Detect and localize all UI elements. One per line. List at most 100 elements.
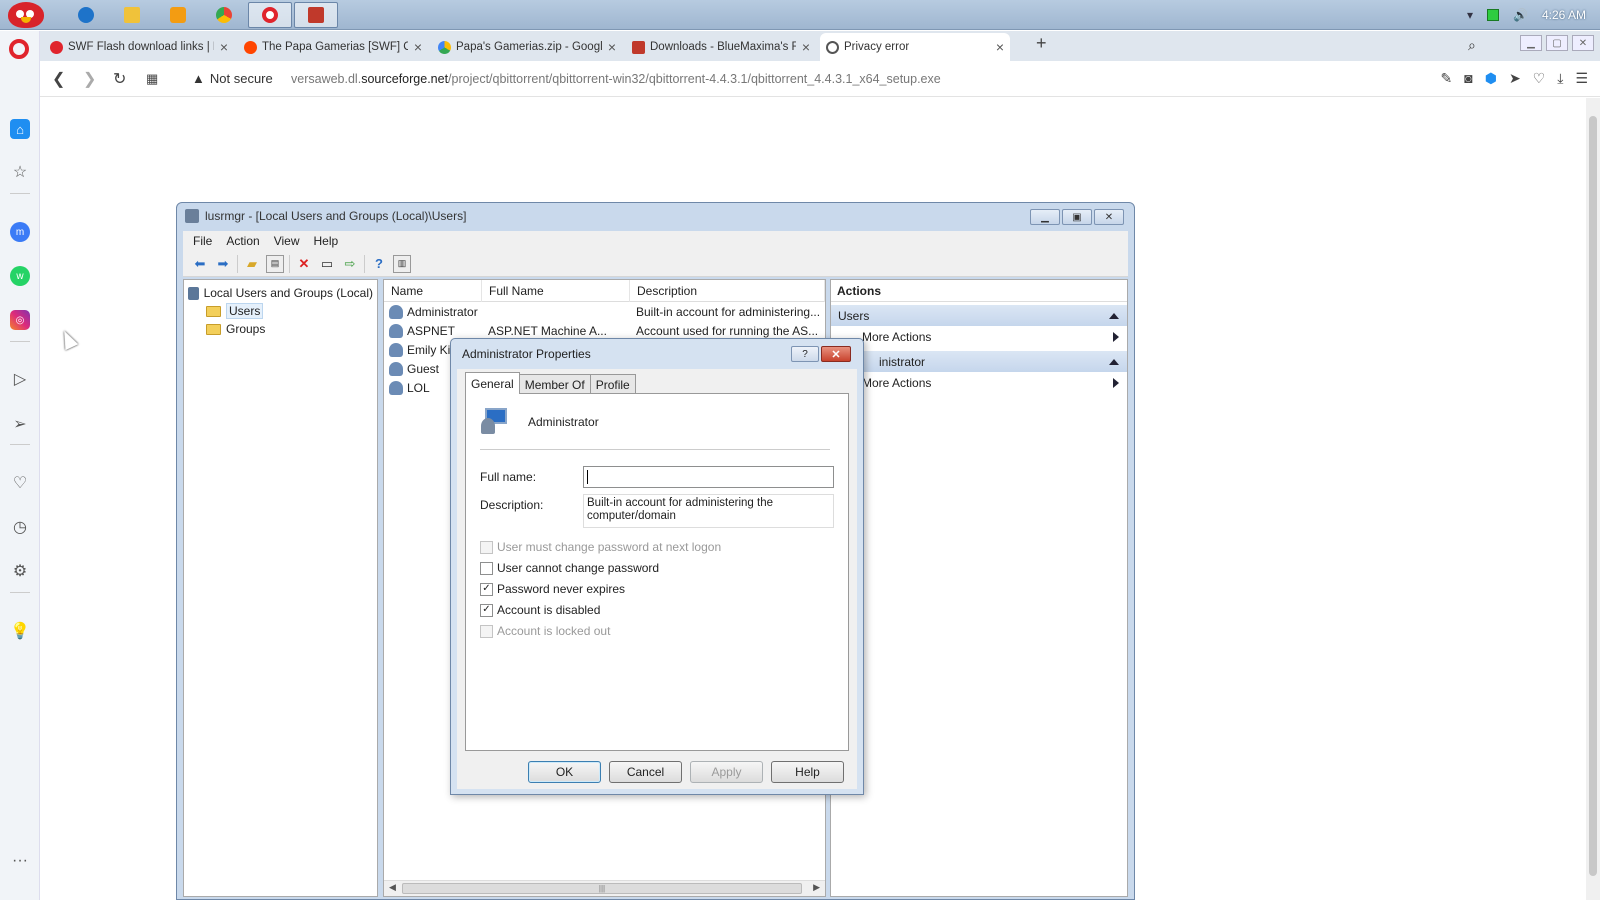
export-list-icon[interactable]: ⇨ <box>341 255 359 273</box>
opera-menu-icon[interactable] <box>9 39 29 59</box>
tab-papa-gamerias[interactable]: The Papa Gamerias [SWF] Co... × <box>238 33 428 61</box>
easy-setup-menu-icon[interactable]: ☰ <box>1575 70 1588 87</box>
tab-swf-flash[interactable]: SWF Flash download links | F... × <box>44 33 234 61</box>
messenger-icon[interactable]: m <box>10 222 30 242</box>
apply-button[interactable]: Apply <box>690 761 763 783</box>
tab-member-of[interactable]: Member Of <box>518 374 591 394</box>
security-indicator[interactable]: ▲ Not secure <box>192 71 273 86</box>
tab-google-drive[interactable]: Papa's Gamerias.zip - Google... × <box>432 33 622 61</box>
close-tab-icon[interactable]: × <box>414 39 422 55</box>
media-player-icon[interactable] <box>156 2 200 28</box>
actions-section-administrator[interactable]: inistrator <box>831 351 1127 372</box>
ok-button[interactable]: OK <box>528 761 601 783</box>
explorer-icon[interactable] <box>110 2 154 28</box>
home-icon[interactable]: ⌂ <box>10 119 30 139</box>
player-icon[interactable]: ▷ <box>10 369 30 389</box>
instagram-icon[interactable]: ◎ <box>10 310 30 330</box>
edit-icon[interactable]: ✎ <box>1441 70 1453 87</box>
close-tab-icon[interactable]: × <box>996 39 1004 55</box>
tab-privacy-error[interactable]: Privacy error × <box>820 33 1010 61</box>
tab-search-icon[interactable]: ⌕ <box>1468 37 1476 54</box>
opera-taskbar-icon[interactable] <box>248 2 292 28</box>
forward-arrow-icon[interactable]: ❯ <box>83 69 96 89</box>
checkbox-box[interactable] <box>480 540 493 554</box>
ie-icon[interactable] <box>64 2 108 28</box>
network-icon[interactable] <box>1487 9 1500 21</box>
dialog-close-icon[interactable]: ✕ <box>821 346 851 362</box>
history-clock-icon[interactable]: ◷ <box>10 517 30 537</box>
url-field[interactable]: versaweb.dl.sourceforge.net/project/qbit… <box>291 72 941 86</box>
send-icon[interactable]: ➤ <box>1509 70 1521 87</box>
full-name-input[interactable] <box>583 466 834 488</box>
column-full-name[interactable]: Full Name <box>482 279 630 302</box>
collapse-icon[interactable] <box>1109 312 1119 319</box>
bookmarks-heart-icon[interactable]: ♡ <box>10 473 30 493</box>
settings-gear-icon[interactable]: ⚙ <box>10 561 30 581</box>
minimize-icon[interactable]: ▁ <box>1030 209 1060 225</box>
whatsapp-icon[interactable]: w <box>10 266 30 286</box>
help-icon[interactable]: ? <box>370 255 388 273</box>
page-scrollbar-thumb[interactable] <box>1589 116 1597 876</box>
checkbox-box[interactable] <box>480 624 493 638</box>
back-arrow-icon[interactable]: ❮ <box>52 69 65 89</box>
vpn-shield-icon[interactable]: ⬢ <box>1485 70 1497 87</box>
tray-expand-icon[interactable]: ▾ <box>1467 8 1473 22</box>
up-folder-icon[interactable]: ▰ <box>243 255 261 273</box>
checkbox-box[interactable] <box>480 561 493 575</box>
page-scrollbar[interactable] <box>1586 98 1600 900</box>
checkbox-account-locked-out[interactable]: Account is locked out <box>480 624 610 638</box>
maximize-icon[interactable]: ▢ <box>1546 35 1568 51</box>
help-button[interactable]: Help <box>771 761 844 783</box>
checkbox-password-never-expires[interactable]: ✓ Password never expires <box>480 582 625 596</box>
reload-icon[interactable]: ↻ <box>113 69 126 89</box>
tree-item-users[interactable]: Users <box>188 302 373 320</box>
checkmark-icon[interactable]: ✓ <box>480 603 493 617</box>
collapse-icon[interactable] <box>1109 358 1119 365</box>
menu-action[interactable]: Action <box>226 234 259 248</box>
delete-x-icon[interactable]: ✕ <box>295 255 313 273</box>
volume-icon[interactable]: 🔊 <box>1513 8 1528 22</box>
maximize-icon[interactable]: ▣ <box>1062 209 1092 225</box>
close-tab-icon[interactable]: × <box>608 39 616 55</box>
scrollbar-thumb[interactable]: ||| <box>402 883 802 894</box>
speed-dial-icon[interactable]: ☆ <box>10 162 30 182</box>
checkbox-cannot-change-password[interactable]: User cannot change password <box>480 561 659 575</box>
checkbox-must-change-password[interactable]: User must change password at next logon <box>480 540 721 554</box>
tab-profile[interactable]: Profile <box>589 374 636 394</box>
more-options-icon[interactable]: ··· <box>10 851 30 871</box>
menu-help[interactable]: Help <box>314 234 339 248</box>
column-name[interactable]: Name <box>384 279 482 302</box>
minimize-icon[interactable]: ▁ <box>1520 35 1542 51</box>
administrator-more-actions[interactable]: More Actions <box>831 372 1127 394</box>
close-icon[interactable]: ✕ <box>1094 209 1124 225</box>
column-description[interactable]: Description <box>630 279 825 302</box>
scroll-left-icon[interactable]: ◀ <box>389 882 396 893</box>
snapshot-camera-icon[interactable]: ◙ <box>1464 70 1472 87</box>
close-tab-icon[interactable]: × <box>802 39 810 55</box>
tab-general[interactable]: General <box>465 372 520 394</box>
chrome-icon[interactable] <box>202 2 246 28</box>
computer-management-icon[interactable] <box>294 2 338 28</box>
action-pane-icon[interactable]: ▥ <box>393 254 411 273</box>
list-horizontal-scrollbar[interactable]: ◀ ||| ▶ <box>384 880 825 896</box>
back-arrow-icon[interactable]: ⬅ <box>191 255 209 273</box>
tree-root[interactable]: Local Users and Groups (Local) <box>188 284 373 302</box>
downloads-icon[interactable]: ⤓ <box>1557 70 1563 87</box>
dialog-help-icon[interactable]: ? <box>791 346 819 362</box>
description-input[interactable]: Built-in account for administering the c… <box>583 494 834 528</box>
show-hide-tree-icon[interactable]: ▤ <box>266 254 284 273</box>
lusrmgr-titlebar[interactable]: lusrmgr - [Local Users and Groups (Local… <box>185 209 466 223</box>
new-tab-plus-icon[interactable]: + <box>1036 33 1047 54</box>
properties-icon[interactable]: ▭ <box>318 255 336 273</box>
table-row[interactable]: Administrator Built-in account for admin… <box>384 302 825 321</box>
forward-arrow-icon[interactable]: ➡ <box>214 255 232 273</box>
clock[interactable]: 4:26 AM <box>1542 8 1586 22</box>
close-tab-icon[interactable]: × <box>220 39 228 55</box>
actions-section-users[interactable]: Users <box>831 305 1127 326</box>
bookmark-heart-icon[interactable]: ♡ <box>1533 70 1546 87</box>
menu-file[interactable]: File <box>193 234 212 248</box>
close-window-icon[interactable]: ✕ <box>1572 35 1594 51</box>
flow-send-icon[interactable]: ➢ <box>10 414 30 434</box>
tips-lightbulb-icon[interactable]: 💡 <box>10 621 30 641</box>
start-logo-icon[interactable] <box>4 0 48 30</box>
